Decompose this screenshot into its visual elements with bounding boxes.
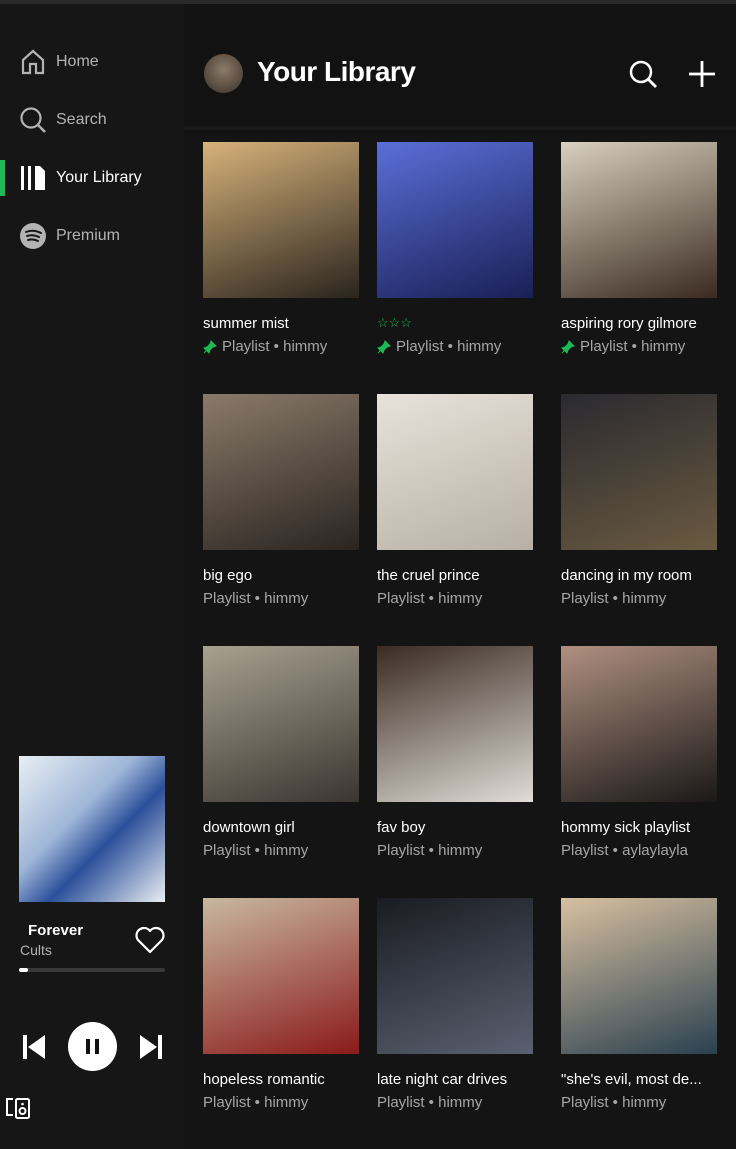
playlist-name: "she's evil, most de... xyxy=(561,1071,702,1088)
playlist-meta: Playlist • himmy xyxy=(203,842,309,859)
playlist-meta: Playlist • himmy xyxy=(396,338,502,355)
playlist-subtitle: Playlist • himmy xyxy=(377,1094,533,1111)
playlist-subtitle: Playlist • himmy xyxy=(377,842,533,859)
library-header: Your Library xyxy=(184,4,736,130)
playlist-subtitle: Playlist • himmy xyxy=(377,590,533,607)
playlist-card[interactable]: dancing in my room Playlist • himmy xyxy=(561,394,717,607)
playlist-meta: Playlist • himmy xyxy=(561,590,667,607)
playlist-grid: summer mist Playlist • himmy ☆☆☆ Playlist •… xyxy=(184,134,736,1149)
playlist-subtitle: Playlist • himmy xyxy=(561,1094,717,1111)
playlist-meta: Playlist • himmy xyxy=(580,338,686,355)
now-playing-cover[interactable] xyxy=(19,756,165,902)
playlist-meta: Playlist • himmy xyxy=(377,842,483,859)
playlist-meta: Playlist • himmy xyxy=(203,590,309,607)
sidebar-item-label: Search xyxy=(56,111,107,128)
playlist-card[interactable]: big ego Playlist • himmy xyxy=(203,394,359,607)
pause-button[interactable] xyxy=(68,1022,117,1071)
next-icon[interactable] xyxy=(139,1034,163,1060)
playlist-card[interactable]: the cruel prince Playlist • himmy xyxy=(377,394,533,607)
playlist-cover xyxy=(203,142,359,298)
playlist-meta: Playlist • himmy xyxy=(377,1094,483,1111)
progress-bar[interactable] xyxy=(19,968,165,972)
playlist-meta: Playlist • himmy xyxy=(222,338,328,355)
sidebar-item-label: Premium xyxy=(56,227,121,244)
previous-icon[interactable] xyxy=(22,1034,46,1060)
sidebar-item-search[interactable]: Search xyxy=(0,100,184,140)
playlist-subtitle: Playlist • himmy xyxy=(561,338,717,355)
playlist-card[interactable]: downtown girl Playlist • himmy xyxy=(203,646,359,859)
playlist-subtitle: Playlist • himmy xyxy=(203,590,359,607)
playlist-card[interactable]: late night car drives Playlist • himmy xyxy=(377,898,533,1111)
heart-icon[interactable] xyxy=(134,924,166,956)
page-title: Your Library xyxy=(257,56,416,87)
playlist-cover xyxy=(561,898,717,1054)
playlist-card[interactable]: summer mist Playlist • himmy xyxy=(203,142,359,355)
sidebar-item-label: Your Library xyxy=(56,169,142,186)
playlist-subtitle: Playlist • himmy xyxy=(561,590,717,607)
playlist-subtitle: Playlist • himmy xyxy=(203,1094,359,1111)
spotify-icon xyxy=(20,223,46,249)
playlist-card[interactable]: hommy sick playlist Playlist • aylaylayla xyxy=(561,646,717,859)
now-playing-track[interactable]: Forever xyxy=(28,922,83,939)
playlist-cover xyxy=(561,646,717,802)
sidebar-item-label: Home xyxy=(56,53,99,70)
main-content: Your Library summer mist Playlist • himmy… xyxy=(184,4,736,1149)
playlist-card[interactable]: hopeless romantic Playlist • himmy xyxy=(203,898,359,1111)
playlist-cover xyxy=(377,646,533,802)
sidebar: Home Search Your Library Premium Forever… xyxy=(0,4,184,1149)
playlist-card[interactable]: ☆☆☆ Playlist • himmy xyxy=(377,142,533,355)
pin-icon xyxy=(377,339,391,354)
playlist-subtitle: Playlist • himmy xyxy=(377,338,533,355)
sidebar-item-your-library[interactable]: Your Library xyxy=(0,158,184,198)
devices-icon[interactable] xyxy=(5,1097,31,1119)
playlist-cover xyxy=(377,898,533,1054)
playlist-name: hommy sick playlist xyxy=(561,819,691,836)
playlist-cover xyxy=(561,142,717,298)
pin-icon xyxy=(203,339,217,354)
playlist-cover xyxy=(203,646,359,802)
playlist-cover xyxy=(377,394,533,550)
progress-fill xyxy=(19,968,28,972)
sidebar-item-premium[interactable]: Premium xyxy=(0,216,184,256)
playlist-subtitle: Playlist • himmy xyxy=(203,842,359,859)
add-icon[interactable] xyxy=(687,59,717,89)
playlist-subtitle: Playlist • himmy xyxy=(203,338,359,355)
playlist-card[interactable]: fav boy Playlist • himmy xyxy=(377,646,533,859)
playlist-name: hopeless romantic xyxy=(203,1071,325,1088)
playlist-card[interactable]: "she's evil, most de... Playlist • himmy xyxy=(561,898,717,1111)
pin-icon xyxy=(561,339,575,354)
playlist-name: summer mist xyxy=(203,315,289,332)
home-icon xyxy=(21,49,45,75)
playlist-meta: Playlist • aylaylayla xyxy=(561,842,688,859)
library-icon xyxy=(21,166,45,190)
playlist-meta: Playlist • himmy xyxy=(377,590,483,607)
search-icon xyxy=(20,107,46,133)
playlist-name: aspiring rory gilmore xyxy=(561,315,697,332)
playlist-meta: Playlist • himmy xyxy=(203,1094,309,1111)
search-icon[interactable] xyxy=(628,59,658,89)
playlist-subtitle: Playlist • aylaylayla xyxy=(561,842,717,859)
playlist-card[interactable]: aspiring rory gilmore Playlist • himmy xyxy=(561,142,717,355)
playlist-name: ☆☆☆ xyxy=(377,315,412,330)
playlist-name: dancing in my room xyxy=(561,567,692,584)
playlist-name: big ego xyxy=(203,567,253,584)
playlist-meta: Playlist • himmy xyxy=(561,1094,667,1111)
playlist-name: the cruel prince xyxy=(377,567,480,584)
playlist-cover xyxy=(203,394,359,550)
playlist-name: fav boy xyxy=(377,819,426,836)
playlist-name: downtown girl xyxy=(203,819,295,836)
sidebar-item-home[interactable]: Home xyxy=(0,42,184,82)
playlist-cover xyxy=(377,142,533,298)
playlist-cover xyxy=(561,394,717,550)
playlist-name: late night car drives xyxy=(377,1071,508,1088)
avatar[interactable] xyxy=(204,54,243,93)
now-playing-artist[interactable]: Cults xyxy=(20,942,52,958)
playlist-cover xyxy=(203,898,359,1054)
